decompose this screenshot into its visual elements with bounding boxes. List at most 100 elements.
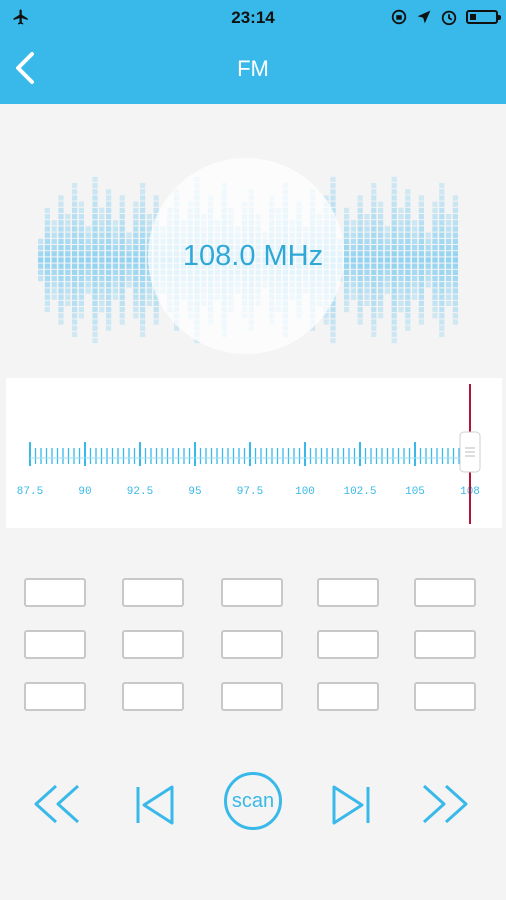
preset-button[interactable] — [24, 682, 86, 711]
tuner-tick-label: 87.5 — [17, 486, 43, 498]
eq-cell — [398, 245, 404, 251]
eq-cell — [65, 214, 71, 220]
eq-cell — [391, 183, 397, 189]
eq-cell — [371, 245, 377, 251]
preset-button[interactable] — [122, 630, 184, 659]
eq-cell — [112, 226, 118, 232]
eq-cell — [405, 269, 411, 275]
eq-cell — [391, 245, 397, 251]
eq-cell — [439, 251, 445, 257]
eq-cell — [446, 214, 452, 220]
eq-cell — [391, 207, 397, 213]
eq-cell — [439, 232, 445, 238]
scan-button[interactable]: scan — [224, 772, 282, 830]
eq-cell — [99, 288, 105, 294]
eq-cell — [140, 269, 146, 275]
eq-cell — [398, 282, 404, 288]
eq-cell — [112, 238, 118, 244]
preset-button[interactable] — [122, 682, 184, 711]
eq-cell — [357, 257, 363, 263]
eq-cell — [391, 288, 397, 294]
tuner-tick-label: 95 — [188, 486, 201, 498]
eq-cell — [391, 313, 397, 319]
eq-cell — [330, 313, 336, 319]
previous-icon[interactable] — [134, 784, 176, 826]
eq-cell — [391, 195, 397, 201]
eq-cell — [350, 226, 356, 232]
fast-forward-icon[interactable] — [420, 782, 470, 826]
eq-cell — [330, 189, 336, 195]
eq-cell — [418, 257, 424, 263]
eq-cell — [391, 319, 397, 325]
eq-cell — [398, 232, 404, 238]
eq-cell — [133, 214, 139, 220]
eq-cell — [418, 245, 424, 251]
eq-cell — [418, 251, 424, 257]
eq-cell — [92, 307, 98, 313]
preset-button[interactable] — [317, 578, 379, 607]
eq-cell — [330, 183, 336, 189]
preset-button[interactable] — [24, 630, 86, 659]
eq-cell — [99, 251, 105, 257]
eq-cell — [364, 232, 370, 238]
eq-cell — [106, 263, 112, 269]
eq-cell — [446, 276, 452, 282]
eq-cell — [378, 207, 384, 213]
eq-cell — [133, 238, 139, 244]
eq-cell — [357, 195, 363, 201]
eq-cell — [432, 201, 438, 207]
preset-button[interactable] — [317, 630, 379, 659]
preset-button[interactable] — [24, 578, 86, 607]
preset-button[interactable] — [122, 578, 184, 607]
eq-cell — [391, 214, 397, 220]
eq-cell — [44, 238, 50, 244]
preset-button[interactable] — [221, 578, 283, 607]
preset-button[interactable] — [317, 682, 379, 711]
frequency-tuner-scale[interactable]: 87.59092.59597.5100102.5105108 — [6, 378, 502, 528]
eq-cell — [412, 282, 418, 288]
preset-button[interactable] — [414, 682, 476, 711]
eq-cell — [357, 245, 363, 251]
eq-cell — [425, 282, 431, 288]
eq-cell — [357, 226, 363, 232]
eq-cell — [153, 300, 159, 306]
eq-cell — [119, 288, 125, 294]
preset-button[interactable] — [221, 630, 283, 659]
eq-cell — [106, 307, 112, 313]
eq-cell — [405, 220, 411, 226]
eq-cell — [65, 245, 71, 251]
eq-cell — [405, 232, 411, 238]
eq-cell — [439, 307, 445, 313]
eq-cell — [405, 201, 411, 207]
eq-cell — [119, 238, 125, 244]
next-icon[interactable] — [330, 784, 372, 826]
status-icons — [390, 8, 501, 26]
eq-cell — [398, 238, 404, 244]
eq-cell — [391, 251, 397, 257]
eq-cell — [78, 300, 84, 306]
eq-cell — [391, 238, 397, 244]
eq-cell — [99, 269, 105, 275]
preset-button[interactable] — [221, 682, 283, 711]
preset-button[interactable] — [414, 630, 476, 659]
rewind-icon[interactable] — [32, 782, 82, 826]
eq-cell — [357, 238, 363, 244]
eq-cell — [371, 331, 377, 337]
eq-cell — [85, 226, 91, 232]
eq-cell — [85, 251, 91, 257]
preset-button[interactable] — [414, 578, 476, 607]
eq-cell — [371, 276, 377, 282]
eq-cell — [140, 214, 146, 220]
eq-cell — [72, 288, 78, 294]
eq-cell — [44, 269, 50, 275]
eq-cell — [92, 245, 98, 251]
eq-cell — [344, 207, 350, 213]
eq-cell — [446, 263, 452, 269]
eq-cell — [412, 263, 418, 269]
eq-cell — [371, 183, 377, 189]
eq-cell — [371, 288, 377, 294]
eq-cell — [452, 245, 458, 251]
eq-cell — [344, 307, 350, 313]
eq-cell — [439, 331, 445, 337]
eq-cell — [371, 325, 377, 331]
